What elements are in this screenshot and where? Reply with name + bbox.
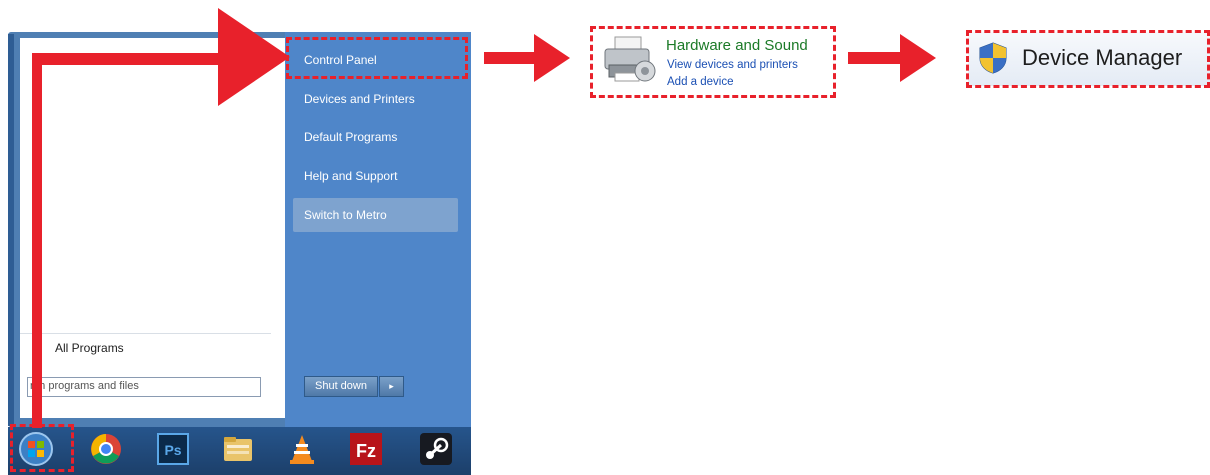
annotation-control-panel-box [286, 37, 468, 79]
chrome-icon[interactable] [86, 429, 126, 469]
programs-divider [20, 333, 271, 334]
menu-item-default-programs[interactable]: Default Programs [304, 130, 397, 144]
photoshop-text: Ps [164, 442, 181, 458]
filezilla-text: Fz [356, 441, 376, 461]
all-programs-link[interactable]: All Programs [55, 341, 124, 355]
hardware-and-sound-link[interactable]: Hardware and Sound [666, 37, 808, 54]
device-manager-label[interactable]: Device Manager [1022, 45, 1182, 71]
filezilla-icon[interactable]: Fz [346, 429, 386, 469]
annotation-arrow-to-device-manager [848, 34, 936, 82]
annotation-arrow-to-hardware [484, 34, 570, 82]
steam-icon[interactable] [416, 429, 456, 469]
search-placeholder: rch programs and files [30, 380, 139, 392]
shutdown-options-button[interactable]: ▸ [379, 376, 404, 397]
shutdown-button[interactable]: Shut down [304, 376, 378, 397]
vlc-icon[interactable] [282, 429, 322, 469]
file-explorer-icon[interactable] [218, 429, 258, 469]
view-devices-and-printers-link[interactable]: View devices and printers [667, 59, 798, 71]
annotation-vertical-bar [32, 53, 42, 428]
menu-item-help-and-support[interactable]: Help and Support [304, 169, 397, 183]
annotation-horizontal-bar [32, 53, 228, 65]
menu-item-switch-to-metro[interactable]: Switch to Metro [304, 208, 387, 222]
shield-icon [979, 42, 1007, 74]
add-a-device-link[interactable]: Add a device [667, 76, 734, 88]
printer-icon [604, 36, 656, 82]
menu-item-devices-and-printers[interactable]: Devices and Printers [304, 92, 415, 106]
photoshop-icon[interactable]: Ps [153, 429, 193, 469]
annotation-start-button-box [10, 424, 74, 472]
annotation-arrow-to-control-panel [218, 8, 290, 106]
start-menu-edge [8, 34, 14, 426]
